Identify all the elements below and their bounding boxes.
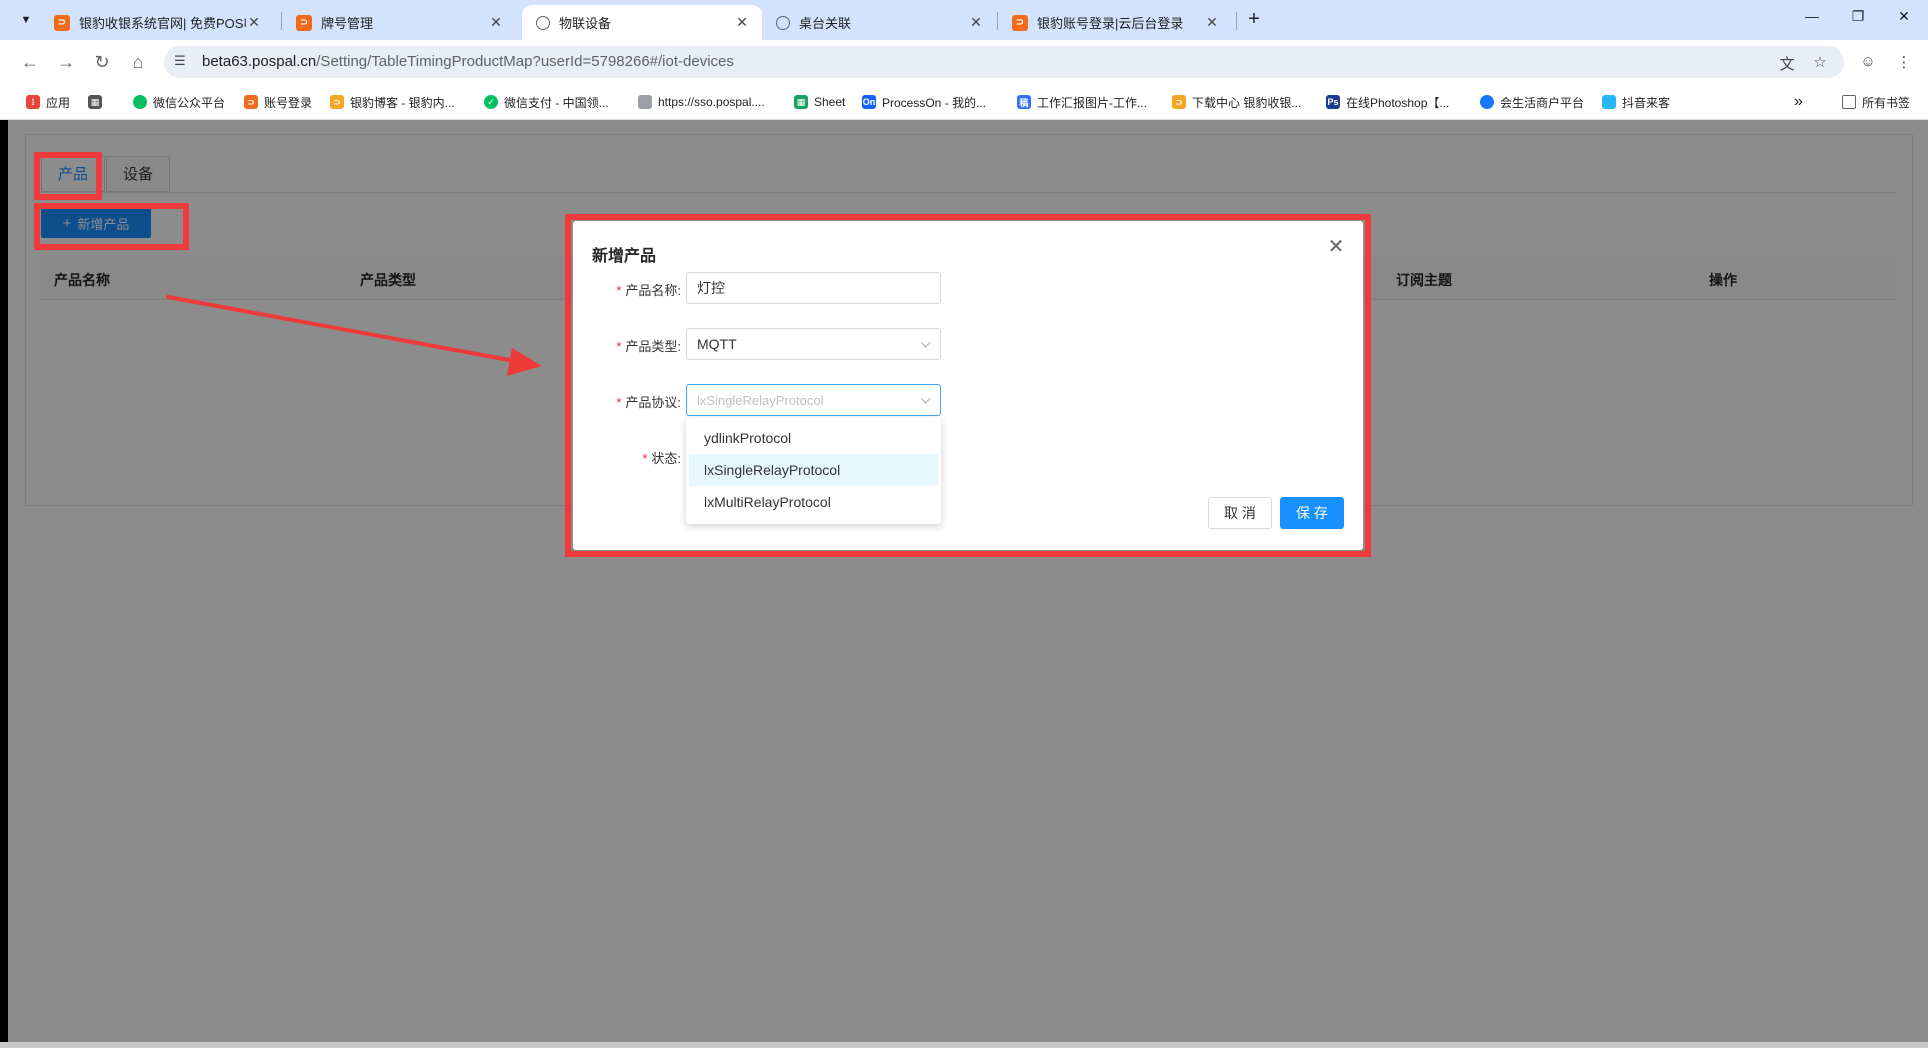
chevron-down-icon	[920, 337, 931, 348]
product-name-input[interactable]: 灯控	[686, 272, 941, 304]
protocol-dropdown: ydlinkProtocol lxSingleRelayProtocol lxM…	[686, 418, 941, 524]
product-type-value: MQTT	[697, 336, 737, 352]
horizontal-scrollbar[interactable]	[0, 1042, 1928, 1048]
cancel-button[interactable]: 取 消	[1208, 497, 1272, 529]
save-button[interactable]: 保 存	[1280, 497, 1344, 529]
product-type-label: * 产品类型:	[616, 339, 681, 354]
close-icon[interactable]: ✕	[1326, 237, 1346, 257]
add-product-modal: 新增产品 ✕ * 产品名称: 灯控 * 产品类型: MQTT * 产品协议: lxSi…	[573, 221, 1363, 550]
protocol-option-lx-multi[interactable]: lxMultiRelayProtocol	[689, 486, 938, 518]
product-type-select[interactable]: MQTT	[686, 328, 941, 360]
status-label: * 状态:	[642, 451, 681, 466]
chevron-down-icon	[920, 393, 931, 404]
protocol-option-lx-single[interactable]: lxSingleRelayProtocol	[689, 454, 938, 486]
product-protocol-label: * 产品协议:	[616, 395, 681, 410]
modal-title: 新增产品	[592, 248, 657, 265]
product-name-label: * 产品名称:	[616, 283, 681, 298]
product-protocol-select[interactable]: lxSingleRelayProtocol	[686, 384, 941, 416]
protocol-placeholder: lxSingleRelayProtocol	[697, 393, 824, 408]
protocol-option-ydlink[interactable]: ydlinkProtocol	[689, 422, 938, 454]
